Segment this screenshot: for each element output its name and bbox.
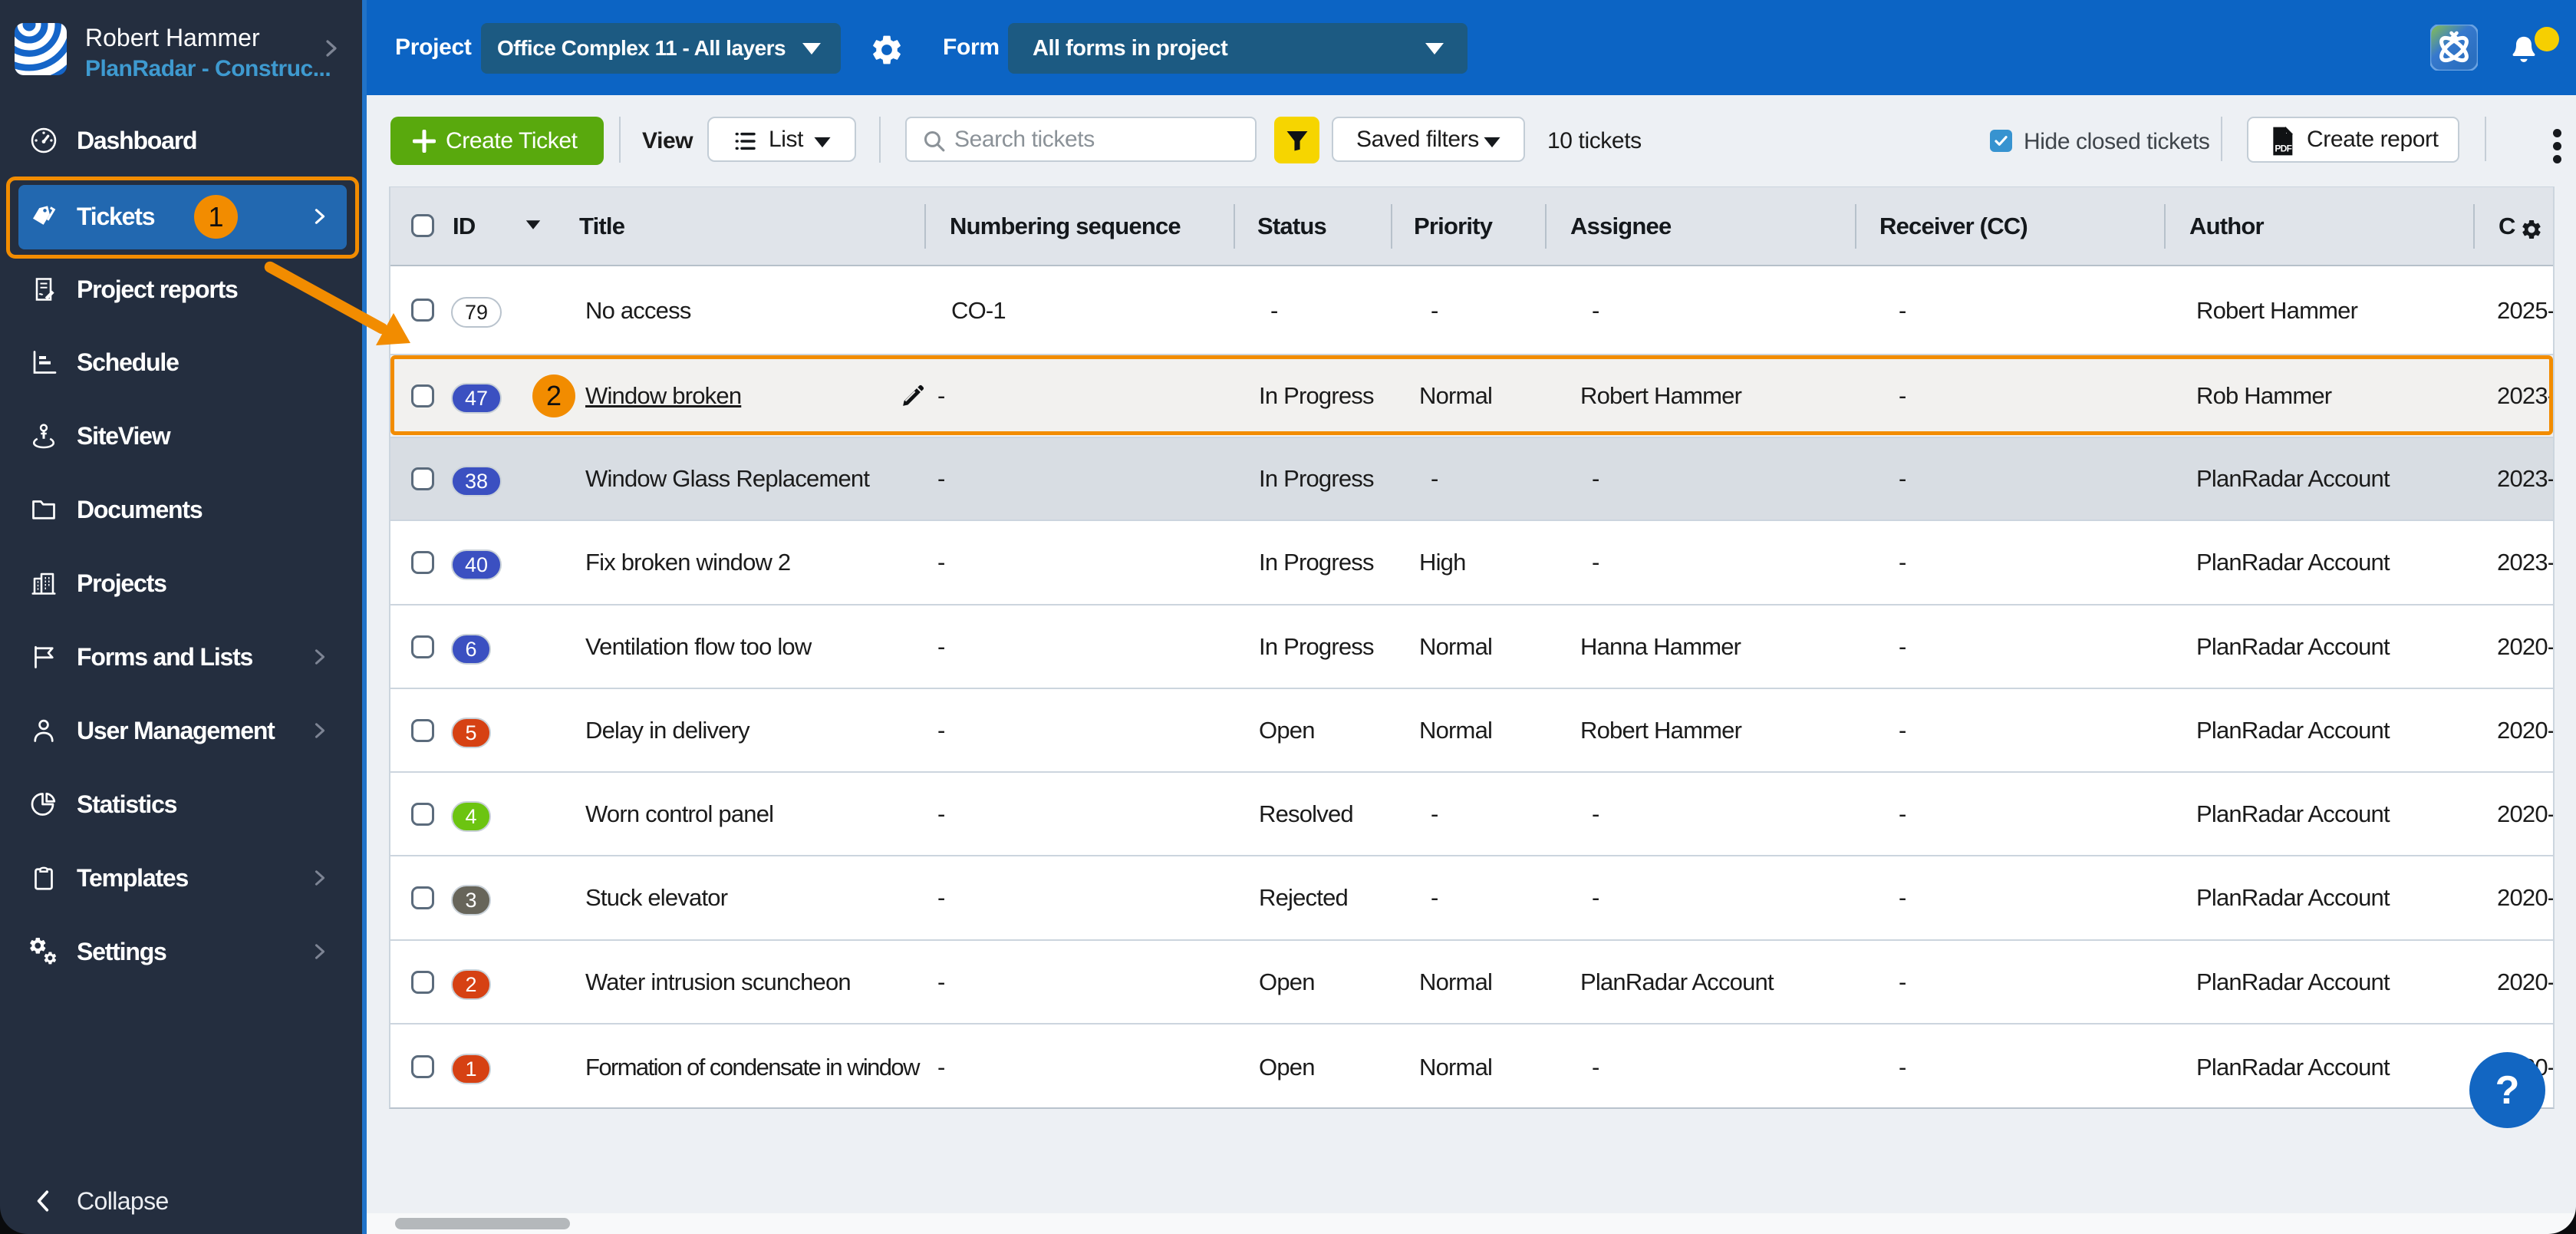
svg-text:PDF: PDF — [2275, 143, 2291, 153]
